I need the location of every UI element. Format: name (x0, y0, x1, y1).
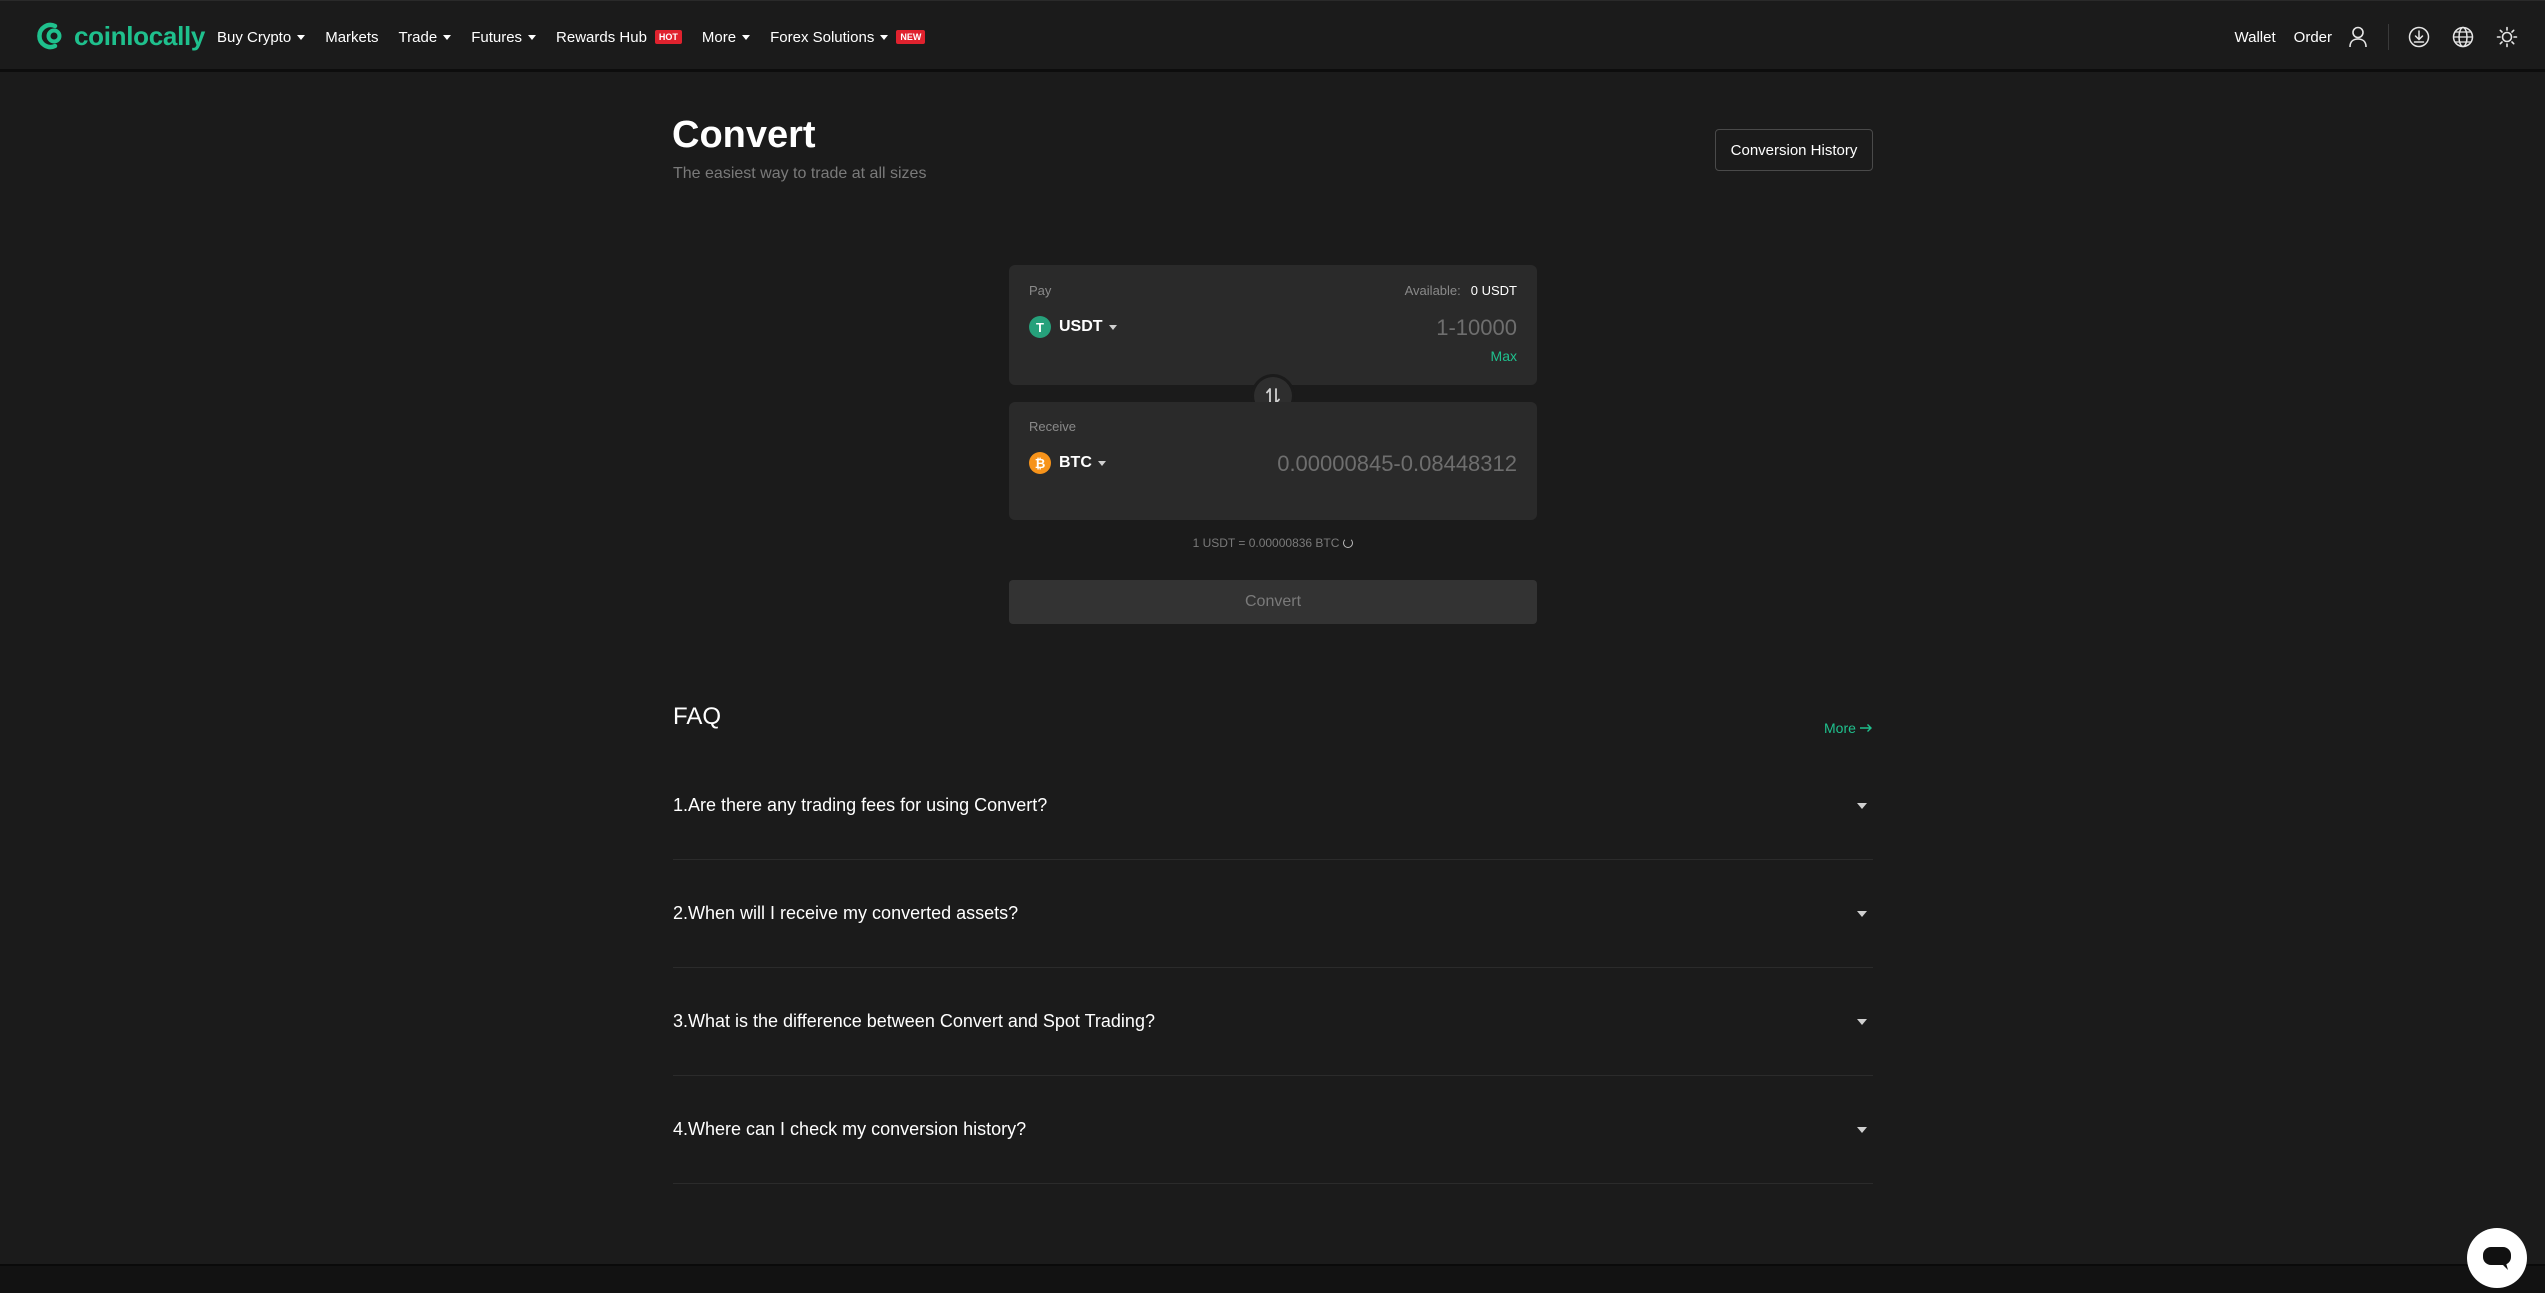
nav-label: Trade (398, 28, 438, 46)
conversion-history-button[interactable]: Conversion History (1715, 129, 1873, 171)
chevron-down-icon (1857, 802, 1867, 809)
nav-label: Futures (471, 28, 523, 46)
top-navigation-bar: coinlocally Buy Crypto Markets Trade Fut… (0, 0, 2545, 72)
divider (2388, 24, 2389, 50)
faq-more-link[interactable]: More (1824, 720, 1873, 736)
pay-coin-name: USDT (1059, 318, 1103, 335)
chat-support-button[interactable] (2467, 1228, 2527, 1288)
footer (0, 1264, 2545, 1293)
nav-label: Forex Solutions (770, 28, 875, 46)
max-button[interactable]: Max (1491, 348, 1517, 364)
chevron-down-icon (1108, 324, 1117, 330)
receive-panel: Receive ₿ BTC 0.00000845-0.08448312 (1009, 402, 1537, 520)
chevron-down-icon (880, 34, 889, 40)
receive-amount-input[interactable]: 0.00000845-0.08448312 (1277, 451, 1517, 477)
faq-item[interactable]: 3.What is the difference between Convert… (673, 968, 1873, 1076)
new-badge: NEW (896, 30, 926, 44)
pay-amount-input[interactable]: 1-10000 (1436, 315, 1517, 341)
faq-more-label: More (1824, 720, 1856, 736)
faq-item[interactable]: 1.Are there any trading fees for using C… (673, 752, 1873, 860)
arrow-right-icon (1859, 724, 1872, 732)
user-icon[interactable] (2346, 25, 2370, 49)
nav-more[interactable]: More (701, 28, 751, 46)
convert-button[interactable]: Convert (1009, 580, 1537, 624)
chevron-down-icon (1857, 1018, 1867, 1025)
available-value: 0 USDT (1470, 283, 1517, 298)
faq-item[interactable]: 2.When will I receive my converted asset… (673, 860, 1873, 968)
chevron-down-icon (443, 34, 452, 40)
order-link[interactable]: Order (2294, 29, 2332, 46)
pay-panel: Pay Available: 0 USDT T USDT 1-10000 Max (1009, 265, 1537, 385)
nav-buy-crypto[interactable]: Buy Crypto (217, 28, 306, 46)
nav-label: Rewards Hub (556, 28, 647, 46)
nav-markets[interactable]: Markets (325, 29, 378, 46)
download-icon[interactable] (2407, 25, 2431, 49)
pay-coin-selector[interactable]: T USDT (1029, 316, 1117, 338)
chevron-down-icon (742, 34, 751, 40)
usdt-coin-icon: T (1029, 316, 1051, 338)
chevron-down-icon (297, 34, 306, 40)
chevron-down-icon (1857, 910, 1867, 917)
receive-coin-selector[interactable]: ₿ BTC (1029, 452, 1106, 474)
exchange-rate: 1 USDT = 0.00000836 BTC (1009, 536, 1537, 550)
pay-label: Pay (1029, 283, 1052, 298)
available-label: Available: (1404, 283, 1461, 298)
receive-coin-name: BTC (1059, 454, 1092, 471)
faq-title: FAQ (673, 703, 722, 730)
nav-right: Wallet Order (2235, 1, 2545, 73)
chat-icon (2483, 1247, 2511, 1270)
globe-icon[interactable] (2451, 25, 2475, 49)
page-subtitle: The easiest way to trade at all sizes (673, 165, 927, 182)
receive-label: Receive (1029, 419, 1076, 434)
faq-question: 4.Where can I check my conversion histor… (673, 1119, 1027, 1139)
faq-item[interactable]: 4.Where can I check my conversion histor… (673, 1076, 1873, 1184)
chevron-down-icon (528, 34, 537, 40)
chevron-down-icon (1857, 1126, 1867, 1133)
main-nav: Buy Crypto Markets Trade Futures Rewards… (217, 1, 945, 73)
page-title: Convert (672, 114, 816, 156)
nav-forex-solutions[interactable]: Forex Solutions NEW (770, 28, 926, 46)
loading-spinner-icon (1343, 538, 1354, 548)
nav-rewards-hub[interactable]: Rewards Hub HOT (556, 29, 682, 46)
faq-question: 2.When will I receive my converted asset… (673, 903, 1019, 923)
faq-question: 1.Are there any trading fees for using C… (673, 795, 1048, 815)
logo-icon (37, 22, 62, 50)
wallet-link[interactable]: Wallet (2235, 29, 2276, 46)
nav-trade[interactable]: Trade (399, 29, 452, 46)
btc-coin-icon: ₿ (1029, 452, 1051, 474)
faq-question: 3.What is the difference between Convert… (673, 1011, 1155, 1031)
brand-name: coinlocally (74, 20, 206, 51)
hot-badge: HOT (654, 30, 682, 44)
nav-futures[interactable]: Futures (471, 28, 537, 46)
nav-label: More (701, 28, 737, 46)
theme-sun-icon[interactable] (2495, 25, 2519, 49)
nav-label: Buy Crypto (217, 28, 292, 46)
available-balance: Available: 0 USDT (1405, 283, 1517, 298)
chevron-down-icon (1097, 460, 1106, 466)
nav-label: Markets (325, 28, 379, 46)
brand-logo[interactable]: coinlocally (34, 19, 205, 53)
exchange-rate-text: 1 USDT = 0.00000836 BTC (1192, 536, 1340, 550)
